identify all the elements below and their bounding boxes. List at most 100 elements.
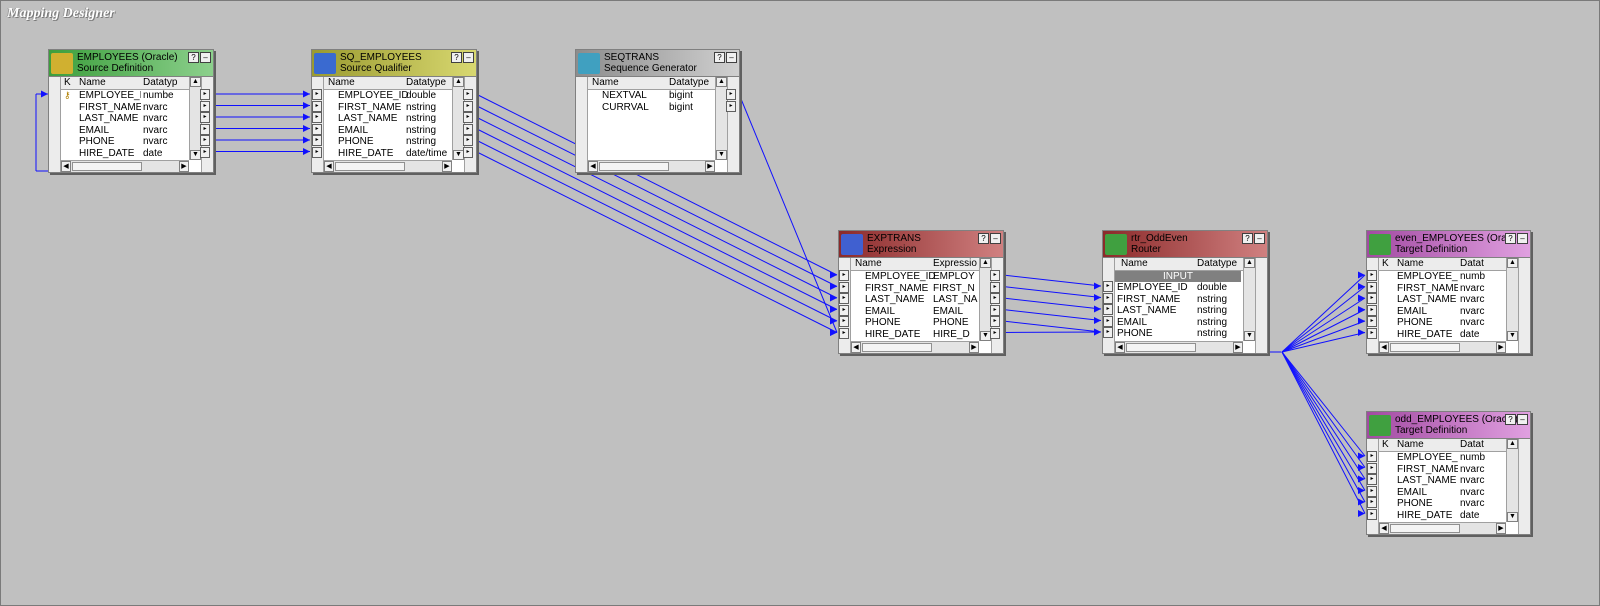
port-row[interactable]: HIRE_DATE HIRE_D — [851, 329, 979, 341]
scroll-right-icon[interactable]: ▶ — [969, 342, 979, 353]
scroll-left-icon[interactable]: ◀ — [61, 161, 71, 172]
horizontal-scrollbar[interactable]: ◀ ▶ — [1379, 522, 1506, 534]
port-row[interactable]: PHONE nstring — [1115, 328, 1243, 340]
scroll-left-icon[interactable]: ◀ — [851, 342, 861, 353]
minimize-button[interactable]: – — [200, 52, 211, 63]
output-port-handle[interactable]: ▸ — [463, 89, 473, 100]
port-row[interactable]: FIRST_NAME FIRST_N — [851, 283, 979, 295]
input-port-handle[interactable]: ▸ — [1367, 474, 1377, 485]
help-button[interactable]: ? — [714, 52, 725, 63]
scroll-up-icon[interactable]: ▲ — [453, 77, 464, 87]
port-row[interactable]: EMAIL nvarc — [61, 125, 189, 137]
port-row[interactable]: HIRE_DATE date/time — [324, 148, 452, 160]
port-row[interactable]: EMPLOYEE_IDnumb — [1379, 452, 1506, 464]
port-list[interactable]: NEXTVAL bigint CURRVAL bigint — [588, 90, 715, 160]
input-port-handle[interactable]: ▸ — [1367, 293, 1377, 304]
port-row[interactable]: PHONE nstring — [324, 136, 452, 148]
input-port-handle[interactable]: ▸ — [1367, 497, 1377, 508]
port-row[interactable]: PHONE nvarc — [1379, 317, 1506, 329]
minimize-button[interactable]: – — [1517, 414, 1528, 425]
scroll-up-icon[interactable]: ▲ — [1244, 258, 1255, 268]
input-port-handle[interactable]: ▸ — [1103, 304, 1113, 315]
scroll-up-icon[interactable]: ▲ — [980, 258, 991, 268]
scroll-right-icon[interactable]: ▶ — [705, 161, 715, 172]
input-port-handle[interactable]: ▸ — [839, 281, 849, 293]
output-port-handle[interactable]: ▸ — [200, 100, 210, 112]
output-port-handle[interactable]: ▸ — [990, 304, 1000, 316]
port-row[interactable]: EMAIL nstring — [1115, 317, 1243, 329]
port-row[interactable]: PHONE nvarc — [1379, 498, 1506, 510]
output-port-handle[interactable]: ▸ — [200, 112, 210, 123]
input-port-handle[interactable]: ▸ — [1367, 270, 1377, 281]
help-button[interactable]: ? — [1242, 233, 1253, 244]
scroll-up-icon[interactable]: ▲ — [716, 77, 727, 87]
scroll-thumb[interactable] — [1390, 343, 1460, 352]
input-port-handle[interactable]: ▸ — [839, 316, 849, 327]
output-port-handle[interactable]: ▸ — [463, 135, 473, 146]
port-list[interactable]: EMPLOYEE_IDnumbFIRST_NAMEnvarcLAST_NAMEn… — [1379, 271, 1506, 341]
scroll-right-icon[interactable]: ▶ — [179, 161, 189, 172]
port-row[interactable]: HIRE_DATE date — [1379, 329, 1506, 341]
input-port-handle[interactable]: ▸ — [1367, 316, 1377, 327]
output-port-handle[interactable]: ▸ — [200, 89, 210, 100]
output-port-handle[interactable]: ▸ — [726, 100, 736, 112]
output-port-handle[interactable]: ▸ — [200, 123, 210, 135]
port-row[interactable]: FIRST_NAME nvarc — [1379, 464, 1506, 476]
input-port-handle[interactable]: ▸ — [1367, 304, 1377, 316]
transformation-employees[interactable]: EMPLOYEES (Oracle) Source Definition? – K Na… — [48, 49, 214, 173]
horizontal-scrollbar[interactable]: ◀ ▶ — [588, 160, 715, 172]
input-port-handle[interactable]: ▸ — [1367, 281, 1377, 293]
output-port-handle[interactable]: ▸ — [200, 135, 210, 146]
scroll-right-icon[interactable]: ▶ — [1233, 342, 1243, 353]
minimize-button[interactable]: – — [1254, 233, 1265, 244]
input-port-handle[interactable]: ▸ — [312, 112, 322, 123]
horizontal-scrollbar[interactable]: ◀ ▶ — [1379, 341, 1506, 353]
port-row[interactable]: LAST_NAME nvarc — [1379, 294, 1506, 306]
port-row[interactable]: CURRVAL bigint — [588, 102, 715, 114]
input-port-handle[interactable]: ▸ — [1103, 281, 1113, 292]
port-row[interactable]: PHONE nvarc — [61, 136, 189, 148]
input-port-handle[interactable]: ▸ — [839, 293, 849, 304]
port-row[interactable]: PHONE PHONE — [851, 317, 979, 329]
scroll-left-icon[interactable]: ◀ — [324, 161, 334, 172]
vertical-scrollbar[interactable]: ▲ ▼ — [1506, 258, 1518, 341]
output-port-handle[interactable]: ▸ — [463, 123, 473, 135]
scroll-right-icon[interactable]: ▶ — [1496, 342, 1506, 353]
port-list[interactable]: EMPLOYEE_ID double FIRST_NAME nstring LAST_N… — [324, 90, 452, 160]
input-port-handle[interactable]: ▸ — [1367, 462, 1377, 474]
output-port-handle[interactable]: ▸ — [200, 146, 210, 158]
input-port-handle[interactable]: ▸ — [312, 100, 322, 112]
input-port-handle[interactable]: ▸ — [312, 135, 322, 146]
input-port-handle[interactable]: ▸ — [1367, 327, 1377, 339]
output-port-handle[interactable]: ▸ — [463, 112, 473, 123]
output-port-handle[interactable]: ▸ — [990, 316, 1000, 327]
port-row[interactable]: EMPLOYEE_ID EMPLOY — [851, 271, 979, 283]
transformation-header[interactable]: odd_EMPLOYEES (Oracle) Target Definition?… — [1367, 412, 1530, 439]
input-port-handle[interactable]: ▸ — [312, 146, 322, 158]
input-port-handle[interactable]: ▸ — [839, 270, 849, 281]
port-row[interactable]: ⚷ EMPLOYEE_IDnumbe — [61, 90, 189, 102]
input-port-handle[interactable]: ▸ — [1103, 327, 1113, 338]
scroll-thumb[interactable] — [1126, 343, 1196, 352]
port-row[interactable]: LAST_NAME nvarc — [61, 113, 189, 125]
transformation-header[interactable]: EMPLOYEES (Oracle) Source Definition? – — [49, 50, 213, 77]
input-port-handle[interactable]: ▸ — [1367, 508, 1377, 520]
scroll-thumb[interactable] — [72, 162, 142, 171]
input-port-handle[interactable]: ▸ — [1103, 315, 1113, 327]
transformation-even[interactable]: even_EMPLOYEES (Orac Target Definition? – K… — [1366, 230, 1531, 354]
transformation-sq[interactable]: SQ_EMPLOYEES Source Qualifier? – Name Dataty… — [311, 49, 477, 173]
scroll-right-icon[interactable]: ▶ — [442, 161, 452, 172]
minimize-button[interactable]: – — [463, 52, 474, 63]
scroll-thumb[interactable] — [335, 162, 405, 171]
horizontal-scrollbar[interactable]: ◀ ▶ — [851, 341, 979, 353]
scroll-left-icon[interactable]: ◀ — [588, 161, 598, 172]
port-list[interactable]: INPUT EMPLOYEE_ID double FIRST_NAME nstring L… — [1115, 271, 1243, 341]
input-port-handle[interactable]: ▸ — [312, 89, 322, 100]
help-button[interactable]: ? — [451, 52, 462, 63]
port-row[interactable]: HIRE_DATE date — [1379, 510, 1506, 522]
transformation-rtr[interactable]: rtr_OddEven Router? – Name Datatype INPUT EMPL… — [1102, 230, 1268, 354]
port-row[interactable]: FIRST_NAME nvarc — [1379, 283, 1506, 295]
scroll-up-icon[interactable]: ▲ — [1507, 439, 1518, 449]
port-row[interactable]: FIRST_NAME nvarc — [61, 102, 189, 114]
scroll-up-icon[interactable]: ▲ — [190, 77, 201, 87]
